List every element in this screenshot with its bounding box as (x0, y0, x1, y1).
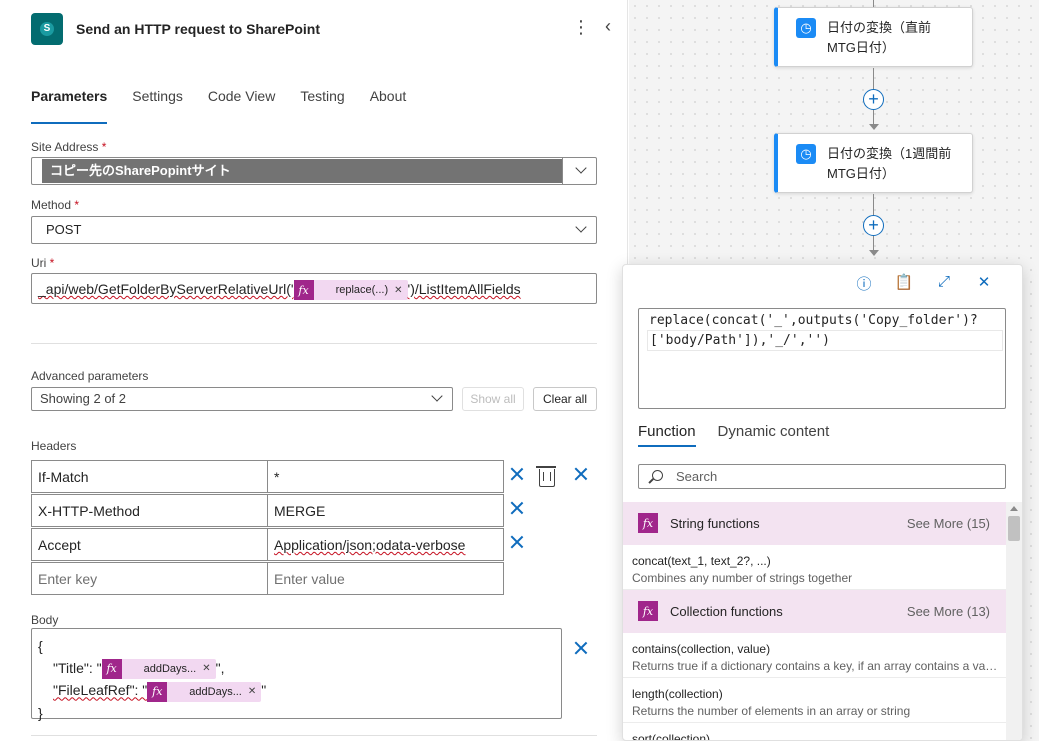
header-key-input[interactable]: Accept (31, 528, 268, 561)
panel-tabs: Parameters Settings Code View Testing Ab… (31, 86, 431, 124)
remove-token-icon[interactable]: ✕ (202, 658, 215, 680)
category-collection-functions[interactable]: fx Collection functions See More (13) (623, 590, 1006, 633)
function-item[interactable]: sort(collection) (623, 723, 1006, 740)
clock-icon: ◷ (796, 144, 816, 164)
info-icon[interactable]: ⓘ (844, 273, 884, 293)
expression-input[interactable]: replace(concat('_',outputs('Copy_folder'… (638, 308, 1006, 409)
tab-function[interactable]: Function (638, 423, 696, 447)
clock-icon: ◷ (796, 18, 816, 38)
method-dropdown[interactable]: POST (31, 216, 597, 244)
uri-expression-token[interactable]: fx replace(...) ✕ (293, 280, 408, 301)
uri-suffix: ')/ListItemAllFields (407, 281, 521, 297)
tab-parameters[interactable]: Parameters (31, 86, 108, 124)
see-more-link[interactable]: See More (13) (907, 604, 990, 619)
delete-all-headers-icon[interactable] (536, 466, 556, 487)
fx-icon: fx (638, 513, 658, 533)
method-label: Method * (31, 198, 80, 212)
site-address-dropdown[interactable]: コピー先のSharePopintサイト (31, 157, 597, 185)
scroll-up-icon[interactable] (1010, 506, 1018, 511)
close-headers-icon[interactable] (573, 466, 589, 482)
title-expression-token[interactable]: fx addDays... ✕ (101, 658, 216, 680)
fx-icon: fx (101, 659, 122, 680)
tab-about[interactable]: About (370, 86, 407, 116)
function-item[interactable]: concat(text_1, text_2?, ...) Combines an… (623, 545, 1006, 590)
flow-node-convert-date-1[interactable]: ◷ 日付の変換（直前 MTG日付） (774, 7, 973, 67)
add-step-button[interactable]: + (863, 215, 884, 236)
function-list-scrollbar[interactable] (1006, 502, 1022, 740)
tab-dynamic-content[interactable]: Dynamic content (718, 423, 830, 440)
action-details-panel: S Send an HTTP request to SharePoint ⋮ ‹… (0, 0, 628, 741)
tab-settings[interactable]: Settings (132, 86, 183, 116)
chevron-down-icon (432, 393, 442, 403)
fx-icon: fx (638, 601, 658, 621)
chevron-down-icon (576, 165, 586, 175)
body-label: Body (31, 613, 59, 627)
remove-token-icon[interactable]: ✕ (394, 275, 407, 306)
show-all-button[interactable]: Show all (462, 387, 524, 411)
scroll-thumb[interactable] (1008, 516, 1020, 541)
site-address-label: Site Address * (31, 140, 107, 154)
header-value-input[interactable]: MERGE (267, 494, 504, 527)
body-editor[interactable]: { "Title": " fx addDays... ✕ ", "FileLeafRef… (31, 628, 562, 721)
add-step-button[interactable]: + (863, 89, 884, 110)
site-address-value: コピー先のSharePopintサイト (42, 159, 562, 183)
category-string-functions[interactable]: fx String functions See More (15) (623, 502, 1006, 545)
clipboard-icon[interactable]: 📋 (884, 273, 924, 293)
fx-icon: fx (293, 280, 314, 301)
function-item[interactable]: length(collection) Returns the number of… (623, 678, 1006, 723)
advanced-parameters-label: Advanced parameters (31, 369, 149, 383)
remove-header-icon[interactable] (509, 500, 525, 516)
uri-label: Uri * (31, 256, 55, 270)
header-value-placeholder[interactable]: Enter value (267, 562, 504, 595)
tab-testing[interactable]: Testing (300, 86, 344, 116)
chevron-down-icon (576, 224, 586, 234)
see-more-link[interactable]: See More (15) (907, 516, 990, 531)
function-item[interactable]: contains(collection, value) Returns true… (623, 633, 1006, 678)
more-options-icon[interactable]: ⋮ (572, 17, 590, 37)
method-value: POST (46, 222, 82, 237)
remove-header-icon[interactable] (509, 534, 525, 550)
expression-editor-flyout: ⓘ 📋 ⤢ ✕ replace(concat('_',outputs('Copy… (622, 264, 1023, 741)
function-list: fx String functions See More (15) concat… (623, 502, 1006, 740)
fx-icon: fx (147, 681, 168, 702)
function-search-input[interactable]: Search (638, 464, 1006, 489)
header-value-input[interactable]: Application/json;odata-verbose (267, 528, 504, 561)
headers-label: Headers (31, 439, 77, 453)
sharepoint-icon: S (31, 13, 63, 45)
header-key-input[interactable]: X-HTTP-Method (31, 494, 268, 527)
collapse-panel-icon[interactable]: ‹ (605, 16, 611, 37)
remove-header-icon[interactable] (509, 466, 525, 482)
clear-all-button[interactable]: Clear all (533, 387, 597, 411)
action-title[interactable]: Send an HTTP request to SharePoint (76, 21, 320, 37)
close-icon[interactable]: ✕ (964, 273, 1004, 293)
leaf-expression-token[interactable]: fx addDays... ✕ (147, 681, 262, 703)
panel-header: S Send an HTTP request to SharePoint ⋮ ‹ (31, 13, 621, 45)
remove-token-icon[interactable]: ✕ (248, 681, 261, 703)
header-key-placeholder[interactable]: Enter key (31, 562, 268, 595)
uri-input[interactable]: _api/web/GetFolderByServerRelativeUrl(' f… (31, 273, 597, 304)
advanced-parameters-dropdown[interactable]: Showing 2 of 2 (31, 387, 453, 411)
tab-code-view[interactable]: Code View (208, 86, 275, 116)
header-value-input[interactable]: * (267, 460, 504, 493)
header-key-input[interactable]: If-Match (31, 460, 268, 493)
uri-prefix: _api/web/GetFolderByServerRelativeUrl(' (38, 281, 294, 297)
expand-icon[interactable]: ⤢ (924, 273, 964, 293)
clear-body-icon[interactable] (573, 640, 589, 656)
search-icon (652, 470, 663, 481)
flow-node-convert-date-2[interactable]: ◷ 日付の変換（1週間前 MTG日付） (774, 133, 973, 193)
